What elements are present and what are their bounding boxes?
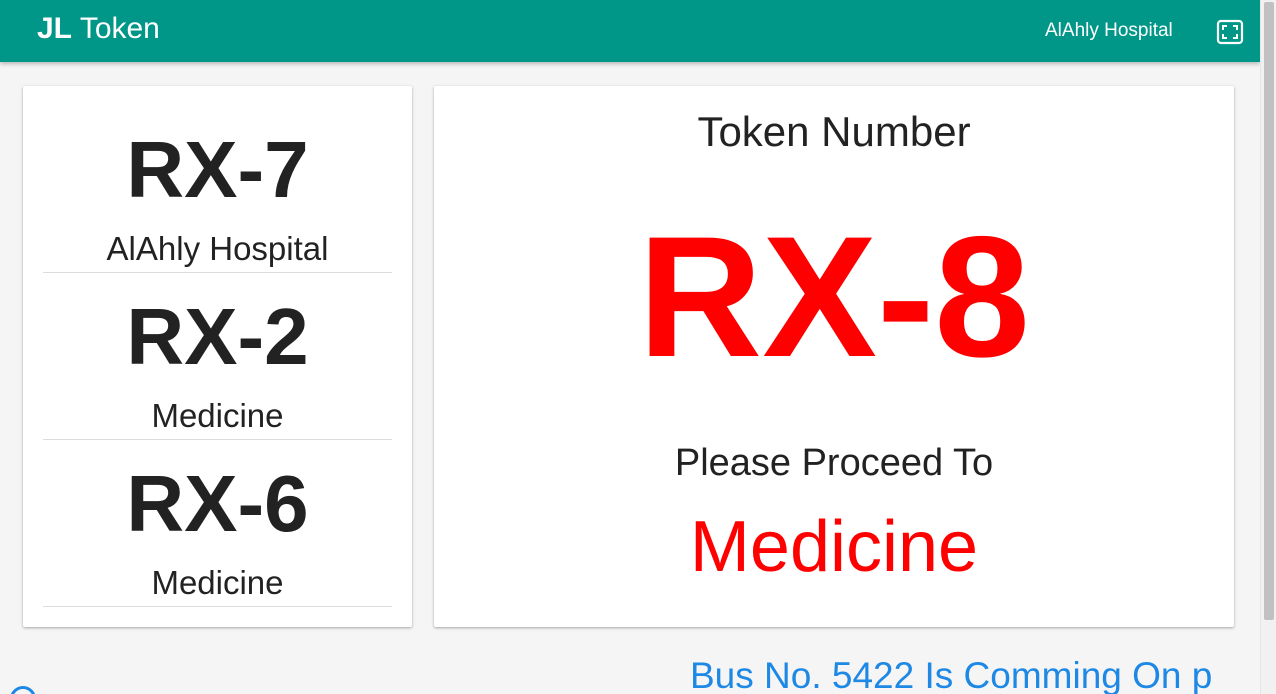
queue-department: AlAhly Hospital [106, 230, 329, 267]
current-token-card: Token Number RX-8 Please Proceed To Medi… [434, 86, 1234, 627]
queue-item: RX-6 Medicine [43, 440, 392, 607]
queue-token-number: RX-2 [126, 292, 309, 381]
queue-department: Medicine [151, 564, 284, 601]
queue-token-number: RX-7 [126, 125, 309, 214]
queue-item: RX-7 AlAhly Hospital [43, 86, 392, 273]
announcement-text: Bus No. 5422 Is Comming On p [690, 655, 1213, 694]
proceed-instruction: Please Proceed To [674, 442, 994, 484]
destination-department: Medicine [689, 507, 979, 587]
token-display-page: JL Token AlAhly Hospital RX-7 AlAhly Hos… [0, 0, 1260, 694]
announcement-ticker: Bus No. 5422 Is Comming On p [0, 655, 1245, 694]
queue-item: RX-2 Medicine [43, 273, 392, 440]
queue-token-number: RX-6 [126, 459, 309, 548]
recent-tokens-card: RX-7 AlAhly Hospital RX-2 Medicine RX-6 … [23, 86, 412, 627]
fullscreen-icon [1216, 19, 1244, 45]
queue-department: Medicine [151, 397, 284, 434]
hospital-name-link[interactable]: AlAhly Hospital [1045, 20, 1173, 42]
scrollbar-thumb[interactable] [1264, 2, 1274, 620]
vertical-scrollbar[interactable] [1260, 0, 1276, 694]
current-token-number: RX-8 [638, 201, 1030, 393]
app-bar: JL Token AlAhly Hospital [0, 0, 1260, 62]
brand-initials: JL [37, 12, 73, 45]
brand-logo[interactable]: JL Token [37, 12, 160, 46]
fullscreen-button[interactable] [1216, 19, 1244, 45]
token-number-heading: Token Number [697, 108, 971, 155]
brand-name: Token [79, 12, 160, 45]
